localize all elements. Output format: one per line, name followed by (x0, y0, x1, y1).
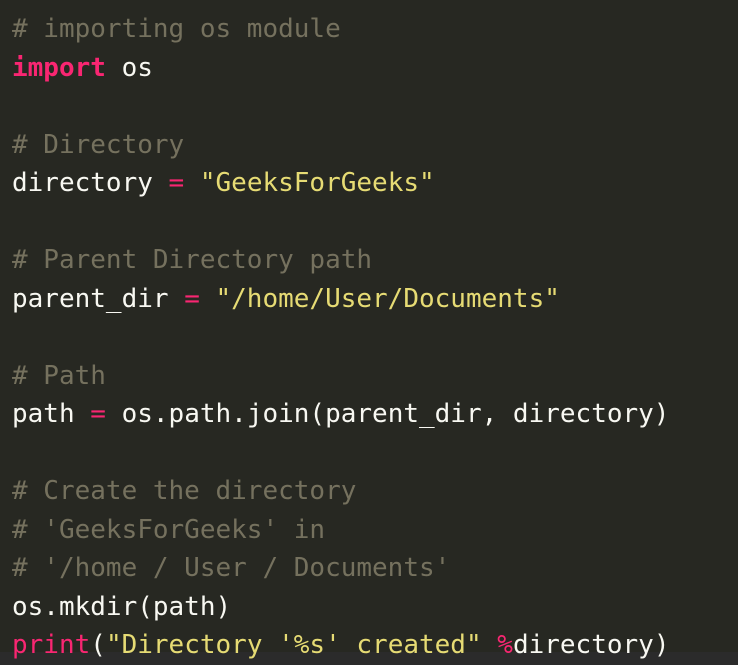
code-line: directory = "GeeksForGeeks" (12, 164, 738, 203)
code-line: # Path (12, 357, 738, 396)
code-line: # Directory (12, 126, 738, 165)
code-token-comment: # 'GeeksForGeeks' in (12, 514, 326, 545)
code-token-operator: = (184, 283, 200, 314)
code-token-comment: # importing os module (12, 14, 341, 44)
code-token-operator: = (168, 168, 185, 198)
code-token-plain: parent_dir (12, 283, 185, 314)
code-line: path = os.path.join(parent_dir, director… (12, 395, 738, 434)
code-token-plain: os.path.join(parent_dir, directory) (105, 399, 670, 429)
code-line: # Parent Directory path (12, 241, 738, 280)
code-token-operator: = (90, 399, 106, 429)
code-token-plain: directory) (512, 630, 670, 660)
code-token-string: "Directory '%s' created" (105, 630, 482, 660)
code-line: # importing os module (12, 10, 738, 49)
code-line: # '/home / User / Documents' (12, 549, 738, 588)
code-token-keyword: import (12, 52, 106, 83)
code-token-comment: # Path (12, 360, 106, 391)
code-token-comment: # Parent Directory path (12, 245, 373, 275)
code-token-operator: % (497, 630, 513, 660)
code-line: # 'GeeksForGeeks' in (12, 511, 738, 550)
code-line: # Create the directory (12, 472, 738, 511)
code-token-plain: os (105, 52, 153, 83)
code-token-string: "GeeksForGeeks" (199, 168, 435, 198)
code-token-plain: path (12, 399, 91, 429)
code-token-plain: ( (90, 630, 106, 660)
code-block: # importing os module import os # Directo… (0, 0, 738, 660)
code-token-comment: # Create the directory (12, 476, 357, 506)
code-line: os.mkdir(path) (12, 588, 738, 627)
code-line: print("Directory '%s' created" %director… (12, 626, 738, 665)
code-token-comment: # '/home / User / Documents' (12, 553, 451, 583)
code-line: import os (12, 49, 738, 88)
code-token-string: "/home/User/Documents" (215, 283, 560, 314)
code-token-comment: # Directory (12, 129, 185, 160)
code-token-plain: directory (12, 168, 169, 198)
code-token-plain: os.mkdir(path) (12, 591, 232, 622)
code-line: parent_dir = "/home/User/Documents" (12, 280, 738, 319)
code-token-builtin: print (12, 630, 91, 660)
